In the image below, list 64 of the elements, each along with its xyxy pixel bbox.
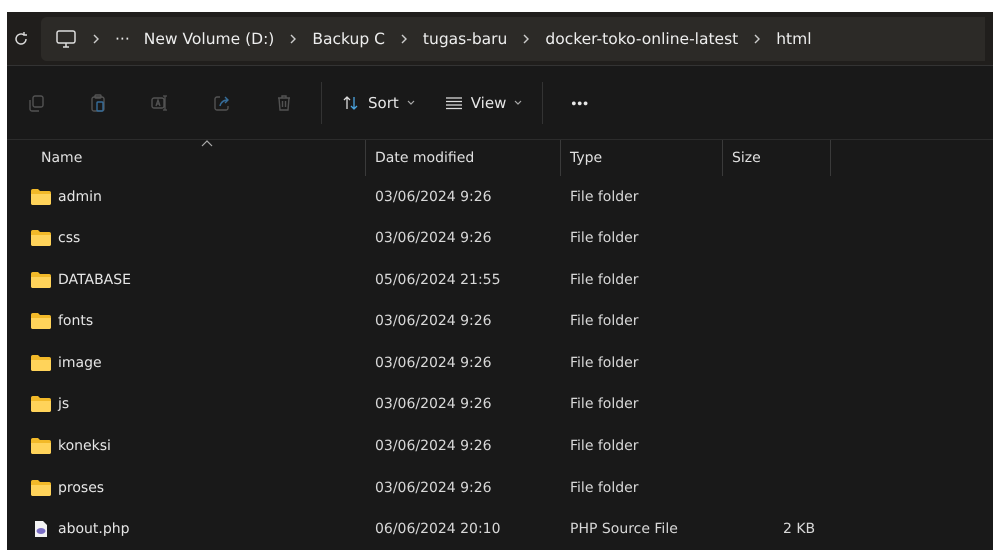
monitor-icon[interactable] bbox=[55, 28, 77, 50]
file-name[interactable]: css bbox=[58, 230, 80, 246]
caret-icon bbox=[406, 100, 415, 106]
type-cell-text: File folder bbox=[569, 272, 640, 288]
more-button[interactable]: ••• bbox=[557, 86, 604, 119]
folder-icon bbox=[30, 229, 52, 248]
file-name[interactable]: DATABASE bbox=[58, 272, 131, 288]
caret-icon bbox=[514, 100, 522, 106]
date-cell-text: 06/06/2024 20:10 bbox=[374, 521, 502, 538]
type-cell-text: File folder bbox=[569, 354, 640, 371]
date-cell-text: 03/06/2024 9:26 bbox=[374, 230, 493, 246]
column-header[interactable]: Date modified bbox=[366, 140, 561, 176]
type-cell-text: File folder bbox=[569, 438, 640, 454]
type-cell-text: File folder bbox=[569, 313, 640, 330]
folder-icon bbox=[30, 437, 52, 455]
type-cell-text: File folder bbox=[569, 230, 640, 246]
date-cell-text: 03/06/2024 9:26 bbox=[374, 354, 493, 371]
up-down-arrows-icon bbox=[342, 94, 360, 111]
breadcrumb-item[interactable]: docker-toko-online-latest bbox=[545, 30, 738, 48]
date-cell-text: 03/06/2024 9:26 bbox=[374, 313, 493, 330]
address-bar[interactable]: ··· New Volume (D:) Backup C tugas-baru docker-toko-online-latest html bbox=[41, 16, 985, 61]
column-header[interactable]: Type bbox=[561, 140, 723, 176]
breadcrumb-item[interactable]: tugas-baru bbox=[422, 30, 508, 48]
size-cell-text: 2 KB bbox=[782, 521, 816, 538]
column-header[interactable]: Name bbox=[7, 140, 366, 176]
php-file-icon bbox=[34, 520, 48, 538]
file-name[interactable]: js bbox=[58, 396, 70, 412]
breadcrumb-overflow[interactable]: ··· bbox=[115, 30, 130, 48]
type-cell-text: File folder bbox=[569, 188, 640, 205]
date-cell-text: 03/06/2024 9:26 bbox=[374, 438, 493, 454]
rename-icon bbox=[150, 92, 170, 113]
date-cell-text: 03/06/2024 9:26 bbox=[374, 188, 493, 205]
type-cell-text: PHP Source File bbox=[569, 521, 679, 538]
date-cell-text: 03/06/2024 9:26 bbox=[374, 480, 493, 496]
date-cell-text: 05/06/2024 21:55 bbox=[374, 272, 502, 288]
folder-icon bbox=[30, 188, 52, 206]
refresh-icon[interactable] bbox=[13, 30, 29, 47]
chevron-icon bbox=[288, 32, 298, 45]
breadcrumb-item[interactable]: html bbox=[776, 30, 812, 48]
column-header[interactable]: Size bbox=[723, 140, 831, 176]
sort-button[interactable]: Sort bbox=[332, 86, 425, 120]
folder-icon bbox=[30, 312, 52, 330]
file-name[interactable]: image bbox=[58, 354, 102, 371]
chevron-icon bbox=[91, 32, 101, 45]
breadcrumb-item[interactable]: New Volume (D:) bbox=[144, 30, 274, 48]
file-name[interactable]: koneksi bbox=[58, 438, 111, 454]
chevron-icon bbox=[398, 32, 409, 45]
sort-ascending-icon bbox=[201, 140, 213, 147]
file-name[interactable]: admin bbox=[58, 188, 102, 205]
type-cell-text: File folder bbox=[569, 396, 640, 412]
folder-icon bbox=[30, 478, 52, 497]
type-cell-text: File folder bbox=[569, 480, 640, 496]
folder-icon bbox=[30, 270, 52, 289]
lines-icon bbox=[444, 94, 463, 111]
chevron-icon bbox=[521, 32, 532, 45]
breadcrumb-item[interactable]: Backup C bbox=[312, 30, 385, 48]
folder-icon bbox=[30, 354, 52, 372]
chevron-icon bbox=[752, 32, 762, 45]
folder-icon bbox=[30, 395, 52, 414]
file-name[interactable]: about.php bbox=[58, 521, 130, 538]
file-name[interactable]: proses bbox=[58, 480, 104, 496]
view-button[interactable]: View bbox=[434, 86, 532, 120]
date-cell-text: 03/06/2024 9:26 bbox=[374, 396, 493, 412]
file-name[interactable]: fonts bbox=[58, 313, 94, 330]
